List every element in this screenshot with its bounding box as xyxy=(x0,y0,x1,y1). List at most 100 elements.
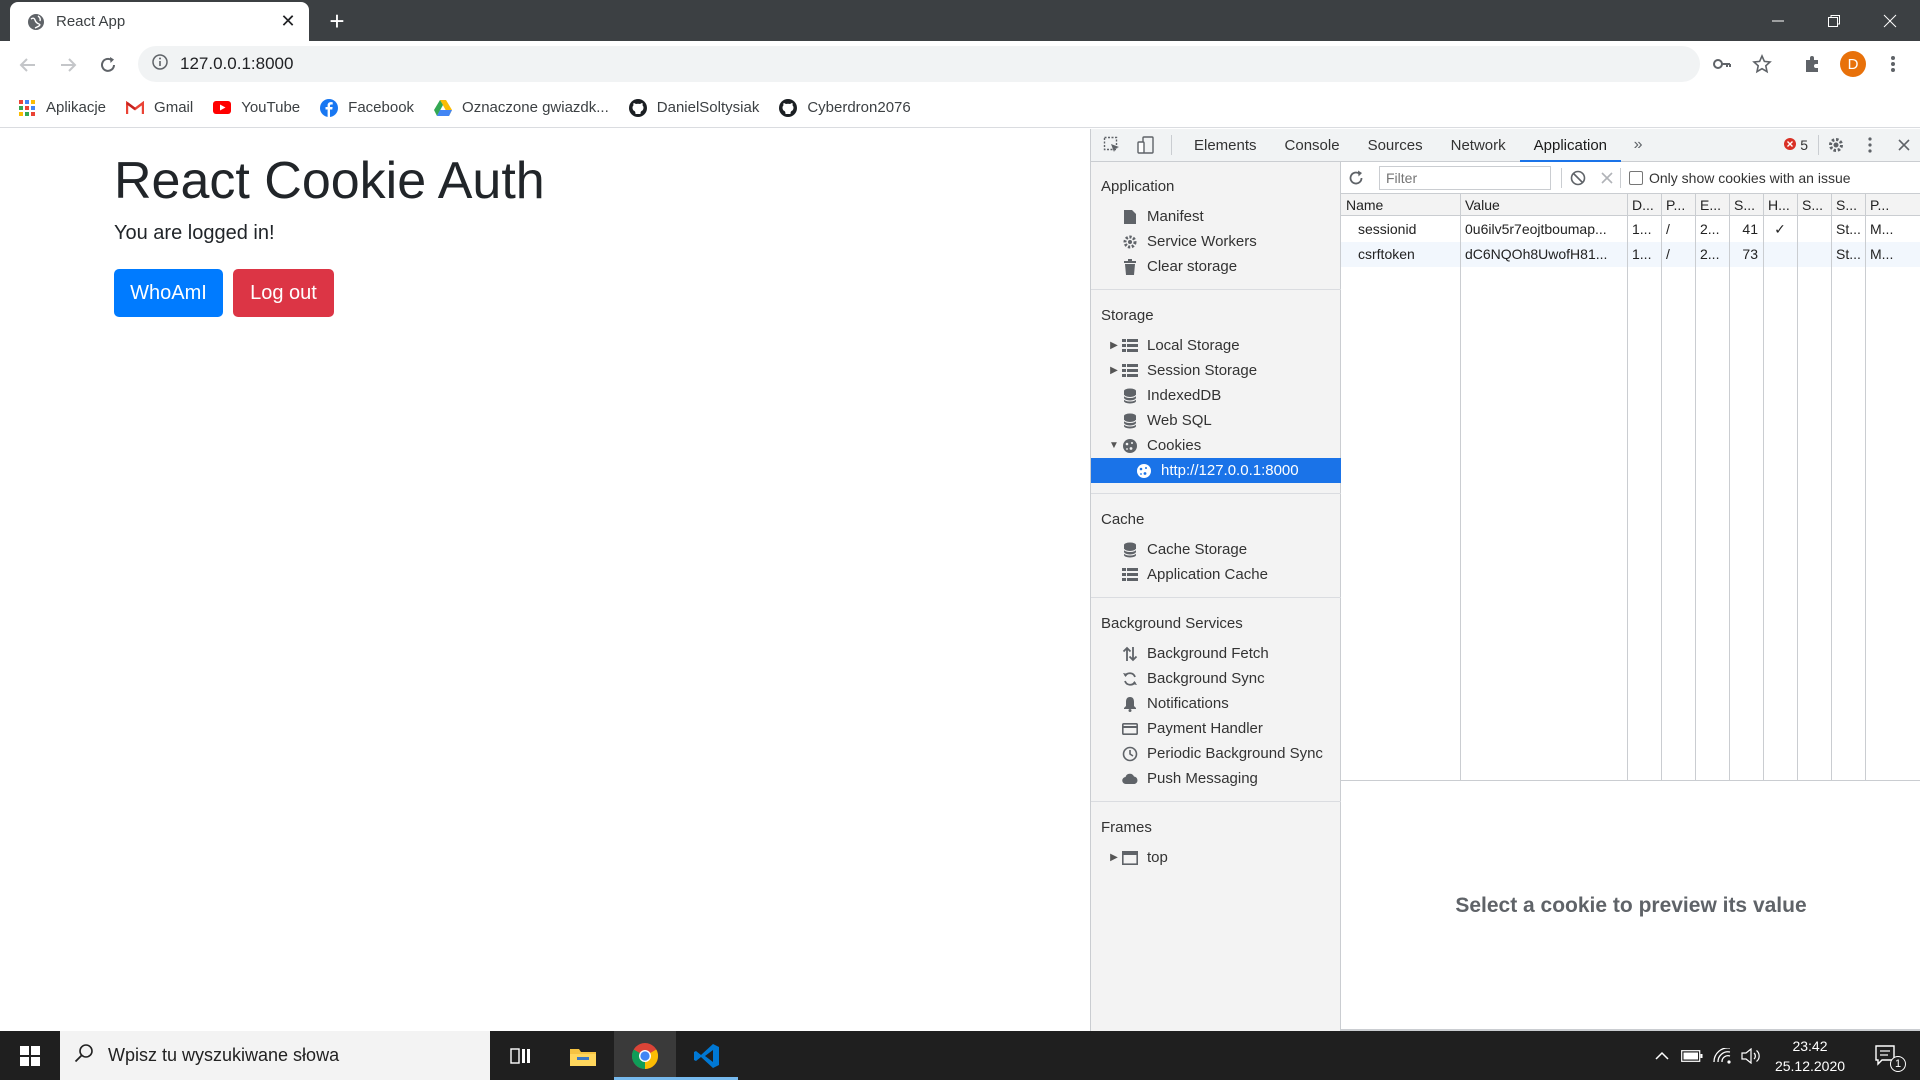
more-tabs-icon[interactable]: » xyxy=(1621,129,1655,162)
extensions-icon[interactable] xyxy=(1795,47,1829,81)
sidebar-item-notifications[interactable]: Notifications xyxy=(1091,691,1341,716)
file-icon xyxy=(1121,208,1139,226)
sidebar-item-push-messaging[interactable]: Push Messaging xyxy=(1091,766,1341,791)
error-icon xyxy=(1784,137,1797,153)
tab-console[interactable]: Console xyxy=(1271,129,1354,162)
sidebar-item-periodic-sync[interactable]: Periodic Background Sync xyxy=(1091,741,1341,766)
taskbar-search[interactable]: Wpisz tu wyszukiwane słowa xyxy=(60,1031,490,1080)
column-header[interactable]: S... xyxy=(1729,194,1763,216)
browser-tab[interactable]: React App ✕ xyxy=(10,2,309,41)
inspect-element-icon[interactable] xyxy=(1095,129,1129,162)
tab-divider xyxy=(1171,135,1172,155)
vscode-taskbar-icon[interactable] xyxy=(676,1031,738,1080)
devtools-menu-icon[interactable] xyxy=(1853,129,1887,162)
sidebar-item-frame-top[interactable]: ▶ top xyxy=(1091,845,1341,870)
sidebar-item-local-storage[interactable]: ▶ Local Storage xyxy=(1091,333,1341,358)
sidebar-item-background-fetch[interactable]: Background Fetch xyxy=(1091,641,1341,666)
chrome-taskbar-icon[interactable] xyxy=(614,1031,676,1080)
bookmark-github-daniel[interactable]: DanielSoltysiak xyxy=(628,98,759,117)
tab-application[interactable]: Application xyxy=(1519,129,1622,162)
refresh-icon[interactable] xyxy=(1341,161,1371,194)
tab-elements[interactable]: Elements xyxy=(1180,129,1271,162)
github-icon xyxy=(628,98,647,117)
notification-center-icon[interactable]: 1 xyxy=(1862,1031,1912,1080)
restore-icon[interactable] xyxy=(1806,0,1862,41)
bookmark-gmail[interactable]: Gmail xyxy=(126,99,193,117)
page-viewport: React Cookie Auth You are logged in! Who… xyxy=(0,129,1090,1031)
sidebar-item-cookie-origin[interactable]: http://127.0.0.1:8000 xyxy=(1091,458,1341,483)
column-header[interactable]: S... xyxy=(1831,194,1865,216)
tab-sources[interactable]: Sources xyxy=(1354,129,1437,162)
section-cache: Cache xyxy=(1101,511,1145,528)
section-background-services: Background Services xyxy=(1101,615,1243,632)
table-row[interactable]: csrftoken dC6NQOh8UwofH81... 1... / 2...… xyxy=(1341,242,1920,267)
new-tab-icon[interactable]: + xyxy=(322,6,352,36)
address-bar[interactable]: 127.0.0.1:8000 xyxy=(138,46,1700,82)
column-header[interactable]: Name xyxy=(1341,194,1460,216)
column-header[interactable]: H... xyxy=(1763,194,1797,216)
credit-card-icon xyxy=(1121,720,1139,738)
reload-icon[interactable] xyxy=(88,45,128,85)
battery-icon[interactable] xyxy=(1678,1031,1706,1080)
forward-icon[interactable] xyxy=(48,45,88,85)
sidebar-item-cache-storage[interactable]: Cache Storage xyxy=(1091,537,1341,562)
sidebar-item-indexeddb[interactable]: IndexedDB xyxy=(1091,383,1341,408)
windows-start-icon[interactable] xyxy=(0,1031,60,1080)
menu-dots-icon[interactable] xyxy=(1876,47,1910,81)
column-header[interactable]: Value xyxy=(1460,194,1627,216)
taskbar-clock[interactable]: 23:42 25.12.2020 xyxy=(1760,1036,1860,1076)
column-header[interactable]: P... xyxy=(1865,194,1920,216)
bookmark-apps[interactable]: Aplikacje xyxy=(18,99,106,117)
sidebar-item-service-workers[interactable]: Service Workers xyxy=(1091,229,1341,254)
tab-network[interactable]: Network xyxy=(1437,129,1520,162)
clear-all-icon[interactable] xyxy=(1562,161,1594,194)
close-tab-icon[interactable]: ✕ xyxy=(273,11,303,32)
sidebar-item-session-storage[interactable]: ▶ Session Storage xyxy=(1091,358,1341,383)
profile-avatar[interactable]: D xyxy=(1836,47,1870,81)
show-hidden-icons[interactable] xyxy=(1650,1031,1674,1080)
wifi-icon[interactable] xyxy=(1708,1031,1736,1080)
expand-arrow-icon: ▶ xyxy=(1110,365,1118,376)
minimize-icon[interactable] xyxy=(1750,0,1806,41)
devtools-tabbar: Elements Console Sources Network Applica… xyxy=(1091,129,1920,162)
table-row[interactable]: sessionid 0u6ilv5r7eojtboumap... 1... / … xyxy=(1341,217,1920,242)
bell-icon xyxy=(1121,695,1139,713)
sidebar-item-clear-storage[interactable]: Clear storage xyxy=(1091,254,1341,279)
close-devtools-icon[interactable] xyxy=(1887,129,1920,162)
settings-gear-icon[interactable] xyxy=(1819,129,1853,162)
column-header[interactable]: E... xyxy=(1695,194,1729,216)
star-icon[interactable] xyxy=(1745,47,1779,81)
bookmark-drive[interactable]: Oznaczone gwiazdk... xyxy=(434,99,609,117)
column-header[interactable]: P... xyxy=(1661,194,1695,216)
whoami-button[interactable]: WhoAmI xyxy=(114,269,223,317)
only-issue-checkbox[interactable] xyxy=(1629,170,1643,185)
filter-input[interactable] xyxy=(1379,165,1551,190)
bookmark-facebook[interactable]: Facebook xyxy=(320,98,414,117)
column-header[interactable]: D... xyxy=(1627,194,1661,216)
delete-selected-icon[interactable] xyxy=(1594,161,1620,194)
logout-button[interactable]: Log out xyxy=(233,269,334,317)
section-frames: Frames xyxy=(1101,819,1152,836)
sidebar-item-cookies[interactable]: ▼ Cookies xyxy=(1091,433,1341,458)
sidebar-item-manifest[interactable]: Manifest xyxy=(1091,204,1341,229)
sidebar-item-application-cache[interactable]: Application Cache xyxy=(1091,562,1341,587)
facebook-icon xyxy=(320,98,339,117)
sidebar-item-background-sync[interactable]: Background Sync xyxy=(1091,666,1341,691)
sidebar-item-payment-handler[interactable]: Payment Handler xyxy=(1091,716,1341,741)
column-header[interactable]: S... xyxy=(1797,194,1831,216)
cookies-pane: Only show cookies with an issue Name Val… xyxy=(1341,162,1920,1031)
tab-strip: React App ✕ + xyxy=(0,0,1920,41)
key-icon[interactable] xyxy=(1705,47,1739,81)
bookmark-youtube[interactable]: YouTube xyxy=(213,99,300,117)
file-explorer-icon[interactable] xyxy=(552,1031,614,1080)
gmail-icon xyxy=(126,99,145,117)
bookmark-github-cyberdron[interactable]: Cyberdron2076 xyxy=(779,98,911,117)
task-view-icon[interactable] xyxy=(490,1031,552,1080)
error-counter[interactable]: 5 xyxy=(1784,137,1808,153)
info-icon[interactable] xyxy=(152,53,168,75)
preview-placeholder: Select a cookie to preview its value xyxy=(1455,894,1807,917)
close-window-icon[interactable] xyxy=(1862,0,1918,41)
device-toolbar-icon[interactable] xyxy=(1129,129,1163,162)
back-icon[interactable] xyxy=(8,45,48,85)
sidebar-item-websql[interactable]: Web SQL xyxy=(1091,408,1341,433)
